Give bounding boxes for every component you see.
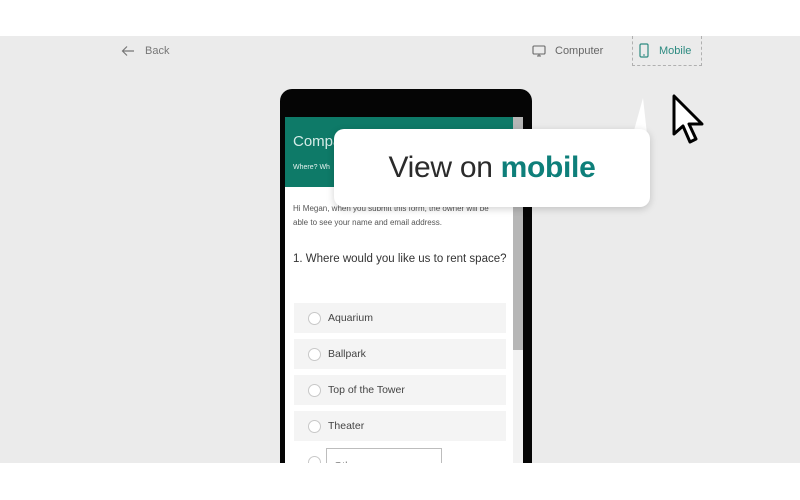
- option-top-of-the-tower[interactable]: Top of the Tower: [294, 375, 506, 405]
- scrollbar-thumb[interactable]: [513, 187, 523, 350]
- back-button[interactable]: Back: [121, 42, 169, 60]
- option-label: Theater: [328, 420, 365, 432]
- radio-button[interactable]: [308, 383, 321, 397]
- other-input[interactable]: [326, 448, 442, 463]
- callout-accent-text: mobile: [500, 151, 596, 184]
- option-label: Top of the Tower: [328, 384, 405, 396]
- view-on-mobile-callout: View on mobile: [334, 129, 650, 207]
- mouse-pointer-icon: [672, 94, 704, 144]
- radio-button[interactable]: [308, 419, 321, 433]
- option-other[interactable]: [294, 447, 506, 463]
- mobile-label: Mobile: [659, 44, 692, 57]
- callout-text: View on: [388, 151, 493, 184]
- computer-view-button[interactable]: Computer: [532, 36, 603, 66]
- radio-button[interactable]: [308, 347, 321, 361]
- option-label: Ballpark: [328, 348, 366, 360]
- computer-label: Computer: [555, 45, 604, 57]
- back-label: Back: [145, 45, 170, 57]
- form-subtitle: Where? Wh: [293, 164, 330, 171]
- monitor-icon: [532, 45, 546, 57]
- option-ballpark[interactable]: Ballpark: [294, 339, 506, 369]
- mobile-view-button[interactable]: Mobile: [632, 36, 702, 66]
- arrow-left-icon: [121, 46, 134, 56]
- phone-icon: [639, 43, 649, 58]
- question-title: 1. Where would you like us to rent space…: [293, 253, 507, 265]
- option-theater[interactable]: Theater: [294, 411, 506, 441]
- option-label: Aquarium: [328, 312, 373, 324]
- option-aquarium[interactable]: Aquarium: [294, 303, 506, 333]
- radio-button[interactable]: [308, 455, 321, 463]
- preview-stage: Back Computer Mobile Compa Where? Wh Hi …: [0, 36, 800, 463]
- radio-button[interactable]: [308, 311, 321, 325]
